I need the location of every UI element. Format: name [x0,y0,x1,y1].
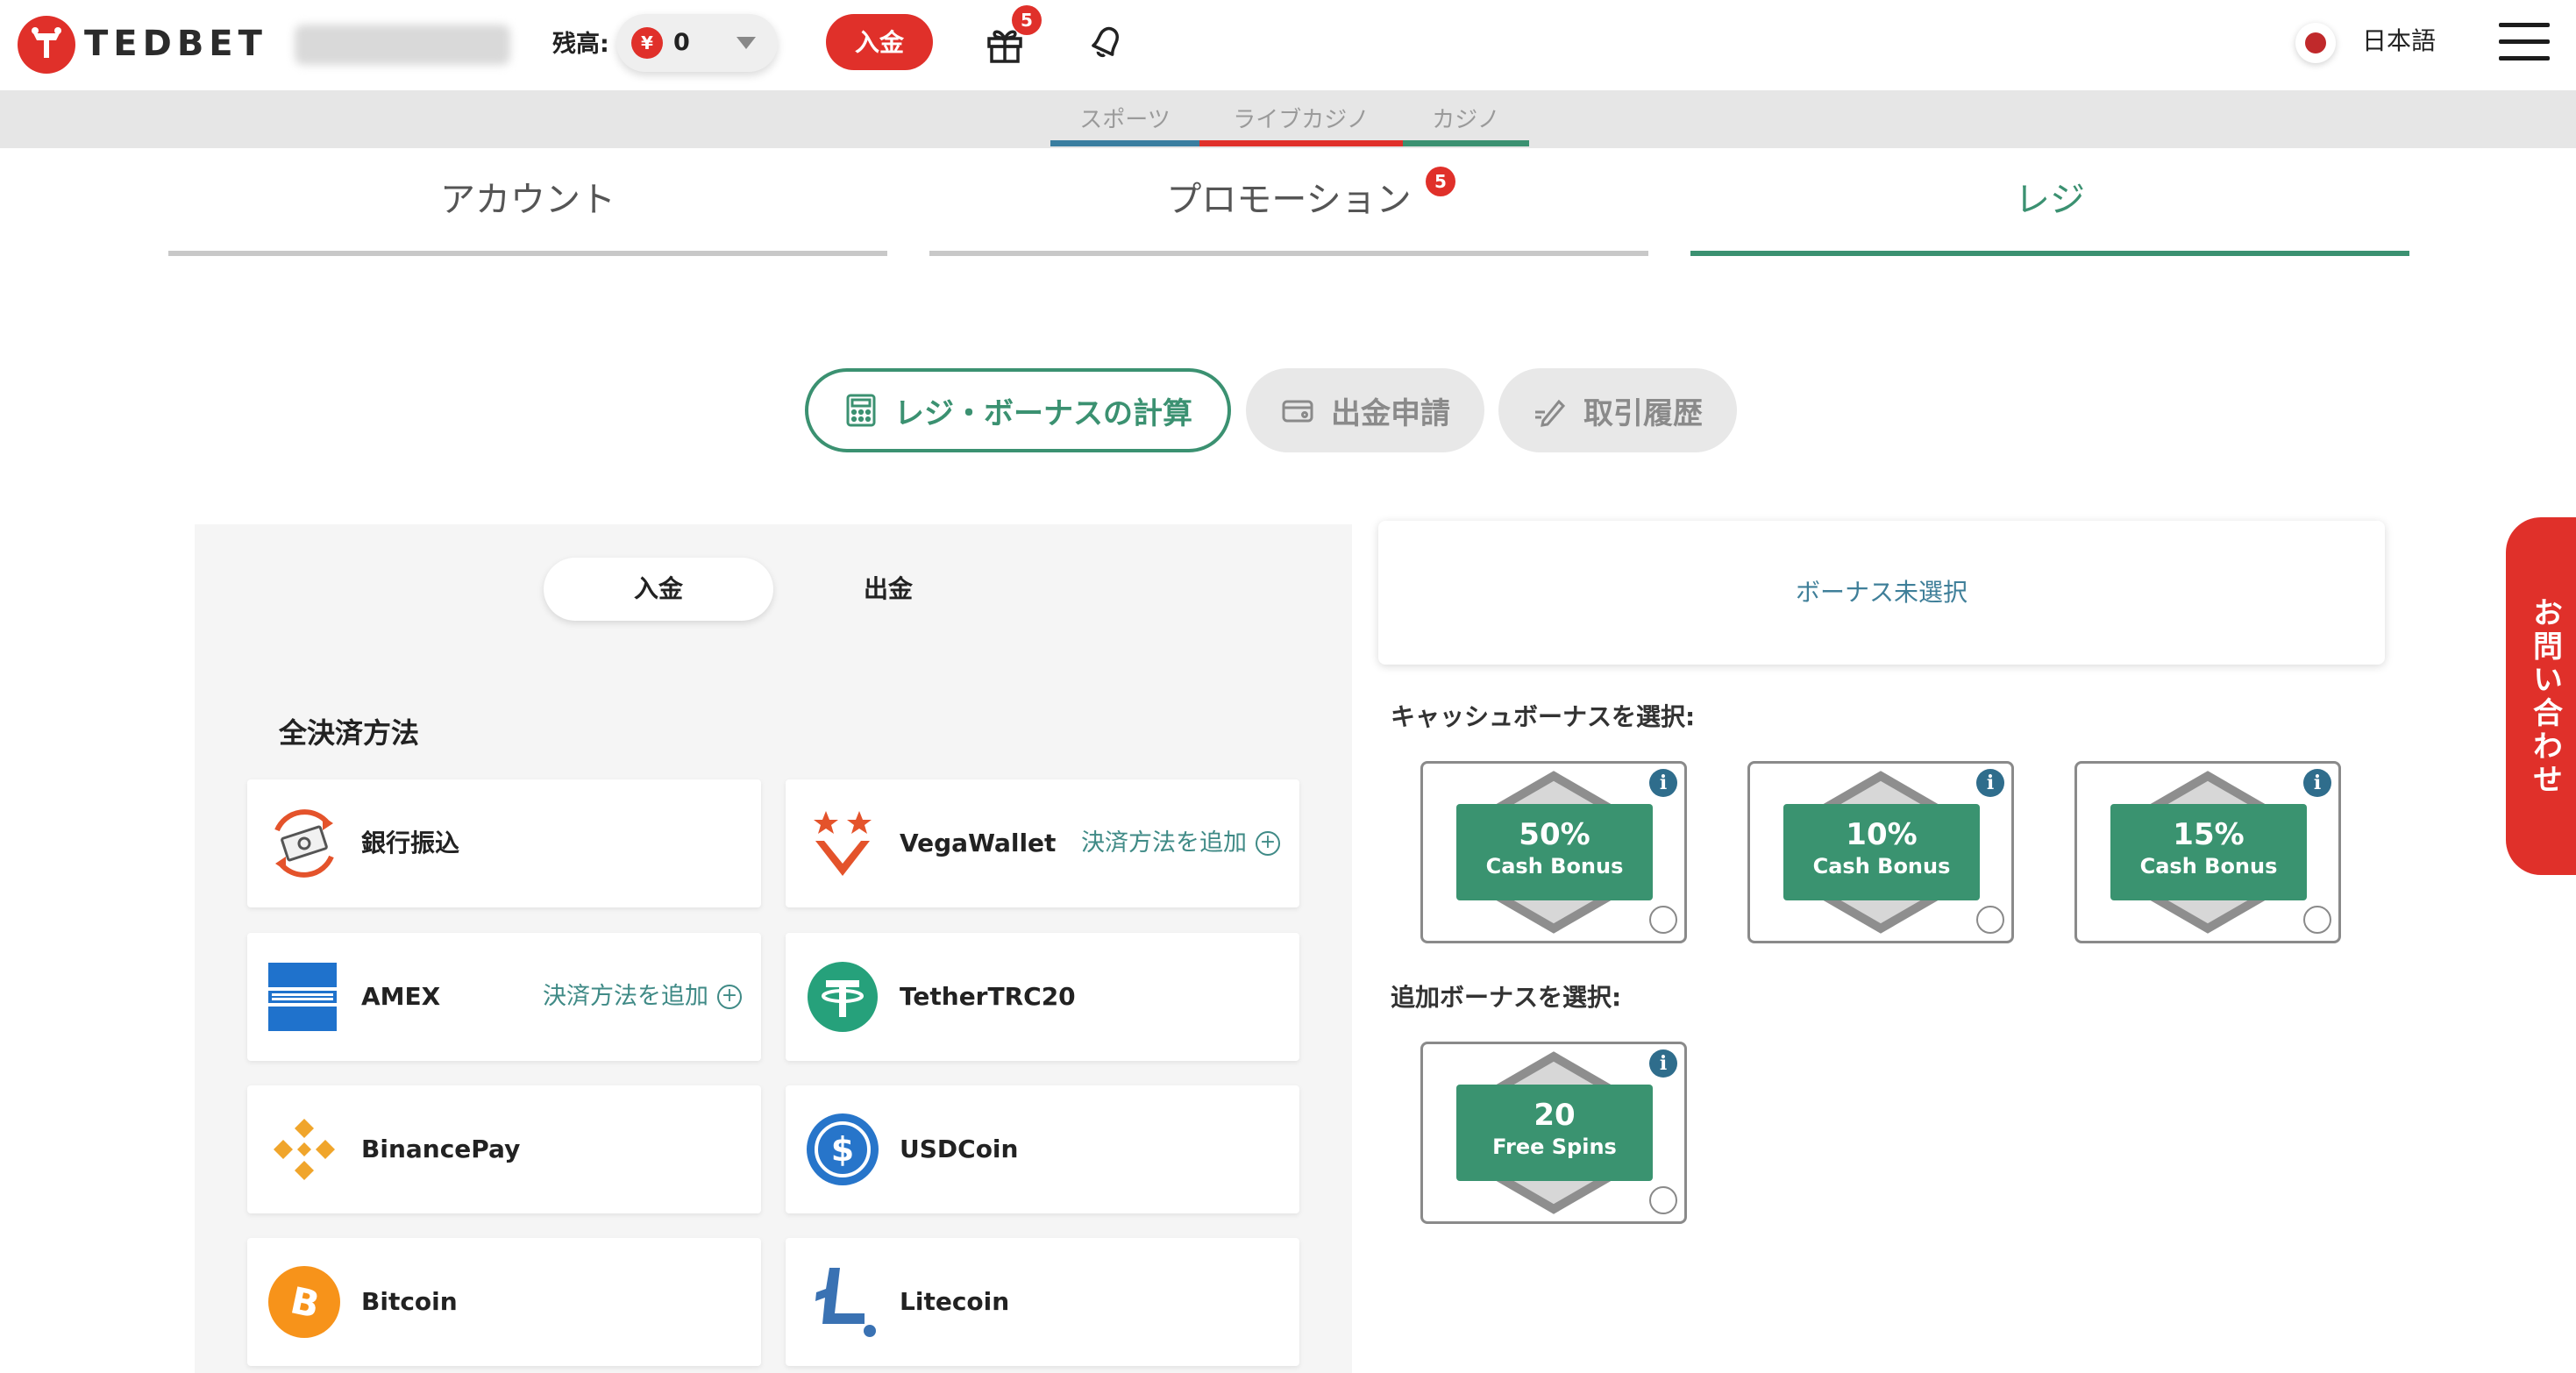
brand-name[interactable]: TEDBET [84,19,267,68]
balance-value: 0 [673,29,690,56]
gift-count-badge: 5 [1012,5,1042,35]
selected-bonus-box: ボーナス未選択 [1378,521,2385,665]
info-icon[interactable]: i [1649,1049,1677,1078]
bank-transfer-icon [274,809,334,878]
contact-us-label[interactable]: お問い合わせ [2516,535,2574,859]
wallet-icon [1282,400,1313,423]
category-underline-sports [1050,140,1199,146]
bonus-plate: 15% Cash Bonus [2110,804,2307,900]
bonus-plate: 50% Cash Bonus [1456,804,1653,900]
yen-icon: ¥ [631,27,663,59]
bitcoin-icon: B [268,1266,340,1338]
japan-flag-icon[interactable] [2295,23,2336,63]
bonus-value: 50% [1519,817,1590,852]
plus-circle-icon: + [717,985,742,1009]
tab-promotion[interactable]: プロモーション [929,165,1648,235]
transaction-history-label: 取引履歴 [1583,395,1703,431]
payment-method-card[interactable]: AMEX 決済方法を追加 + [247,933,761,1061]
payment-method-name: BinancePay [361,1135,521,1163]
add-payment-method-label: 決済方法を追加 [1081,829,1247,857]
bonus-plate: 20 Free Spins [1456,1085,1653,1181]
payment-method-card[interactable]: Litecoin [786,1238,1299,1366]
withdraw-toggle[interactable]: 出金 [773,558,1003,621]
promotion-count-badge: 5 [1426,167,1455,196]
usdcoin-icon: $ [807,1113,879,1185]
deposit-toggle[interactable]: 入金 [544,558,773,621]
bonus-radio[interactable] [1976,906,2004,934]
cash-bonus-option[interactable]: 50% Cash Bonus i [1420,761,1687,943]
payment-method-name: Litecoin [900,1287,1010,1316]
payment-method-name: 銀行振込 [361,829,460,857]
cash-bonus-option[interactable]: 10% Cash Bonus i [1747,761,2014,943]
bonus-type: Free Spins [1492,1135,1617,1159]
info-icon[interactable]: i [2303,769,2331,797]
cash-bonus-option[interactable]: 15% Cash Bonus i [2074,761,2341,943]
add-payment-method-link[interactable]: 決済方法を追加 + [1081,779,1280,907]
tab-account[interactable]: アカウント [168,165,887,235]
bell-icon[interactable] [1085,21,1128,63]
transaction-history-tab[interactable]: 取引履歴 [1498,368,1737,452]
payment-methods-title: 全決済方法 [279,716,420,750]
payment-method-name: Bitcoin [361,1287,458,1316]
category-underline-casino [1403,140,1529,146]
cashier-calc-label: レジ・ボーナスの計算 [894,395,1192,431]
payment-method-name: USDCoin [900,1135,1019,1163]
hamburger-menu-icon[interactable] [2499,21,2550,63]
tab-cashier-underline [1690,251,2409,256]
withdraw-request-label: 出金申請 [1331,395,1450,431]
cashier-calc-tab[interactable]: レジ・ボーナスの計算 [805,368,1231,452]
bonus-value: 15% [2173,817,2245,852]
payment-method-card[interactable]: TetherTRC20 [786,933,1299,1061]
litecoin-icon [815,1268,876,1337]
bonus-value: 20 [1534,1098,1576,1133]
amex-icon [268,963,337,1031]
payment-method-card[interactable]: 銀行振込 [247,779,761,907]
payment-method-card[interactable]: BinancePay [247,1085,761,1213]
extra-bonus-heading: 追加ボーナスを選択: [1391,983,1622,1012]
bonus-type: Cash Bonus [1812,854,1951,879]
pencil-icon [1535,399,1566,427]
svg-text:$: $ [831,1130,854,1169]
vegawallet-icon [814,811,872,876]
payment-method-name: TetherTRC20 [900,982,1076,1011]
extra-bonus-option[interactable]: 20 Free Spins i [1420,1042,1687,1224]
category-underline-live-casino [1199,140,1403,146]
chevron-down-icon[interactable] [737,37,756,49]
brand-logo-icon[interactable] [18,16,75,74]
deposit-button[interactable]: 入金 [826,14,933,70]
bonus-type: Cash Bonus [2139,854,2278,879]
payment-method-name: VegaWallet [900,829,1057,857]
binance-icon [274,1119,335,1180]
bonus-radio[interactable] [1649,906,1677,934]
add-payment-method-label: 決済方法を追加 [543,983,708,1010]
info-icon[interactable]: i [1649,769,1677,797]
balance-label: 残高: [552,31,609,58]
calculator-icon [846,394,876,427]
payment-method-name: AMEX [361,982,441,1011]
bonus-plate: 10% Cash Bonus [1783,804,1980,900]
info-icon[interactable]: i [1976,769,2004,797]
bonus-type: Cash Bonus [1485,854,1624,879]
bonus-value: 10% [1846,817,1918,852]
plus-circle-icon: + [1256,831,1280,856]
tab-promotion-underline [929,251,1648,256]
payment-method-card[interactable]: $ USDCoin [786,1085,1299,1213]
withdraw-request-tab[interactable]: 出金申請 [1246,368,1484,452]
language-selector[interactable]: 日本語 [2362,21,2436,61]
tab-account-underline [168,251,887,256]
bonus-radio[interactable] [1649,1186,1677,1214]
cash-bonus-heading: キャッシュボーナスを選択: [1391,702,1696,731]
payment-method-card[interactable]: B Bitcoin [247,1238,761,1366]
bonus-radio[interactable] [2303,906,2331,934]
add-payment-method-link[interactable]: 決済方法を追加 + [543,933,742,1061]
payment-method-card[interactable]: VegaWallet 決済方法を追加 + [786,779,1299,907]
username-blurred [295,25,510,65]
tab-cashier[interactable]: レジ [1690,165,2409,235]
tether-icon [808,962,878,1032]
